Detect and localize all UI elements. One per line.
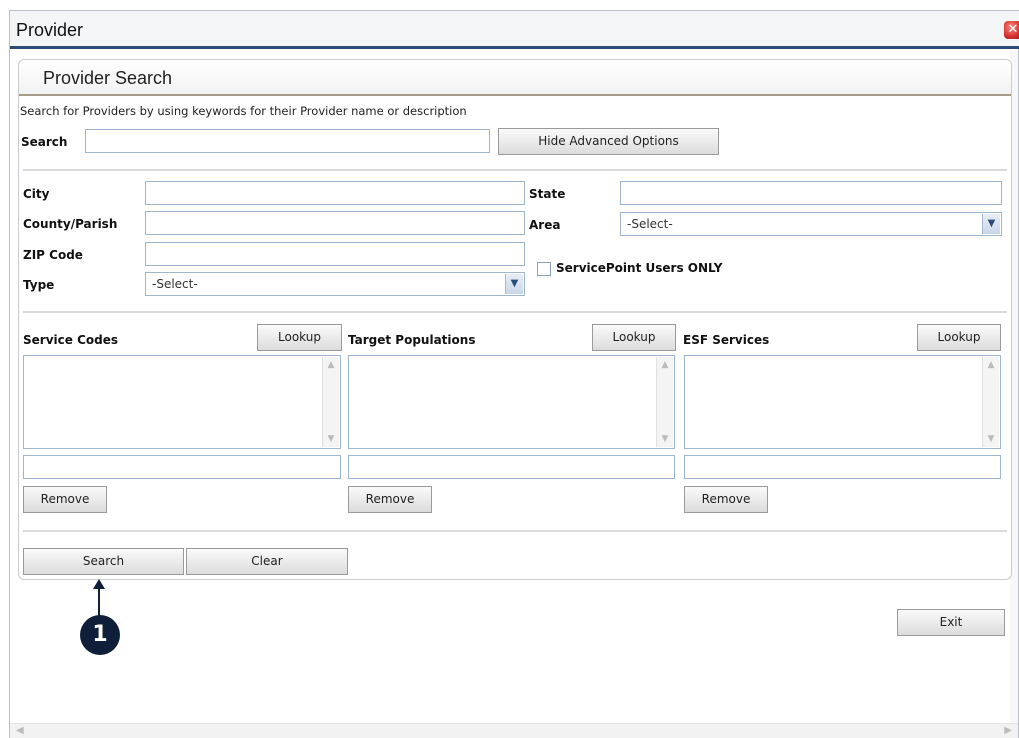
search-label: Search [21, 135, 68, 149]
state-label: State [529, 187, 566, 201]
hide-advanced-options-button[interactable]: Hide Advanced Options [498, 128, 719, 155]
esf-services-remove-button[interactable]: Remove [684, 486, 768, 513]
esf-services-input[interactable] [684, 455, 1001, 479]
service-codes-input[interactable] [23, 455, 341, 479]
service-codes-lookup-button[interactable]: Lookup [257, 324, 342, 351]
callout-badge: 1 [80, 615, 120, 655]
service-codes-remove-button[interactable]: Remove [23, 486, 107, 513]
divider-bottom [23, 530, 1007, 532]
exit-button[interactable]: Exit [897, 609, 1005, 636]
scroll-left-icon[interactable]: ◀ [16, 725, 24, 736]
search-hint: Search for Providers by using keywords f… [20, 104, 467, 118]
scroll-down-icon[interactable]: ▼ [659, 433, 671, 445]
zip-code-label: ZIP Code [23, 248, 83, 262]
search-input[interactable] [85, 129, 490, 153]
area-select-value: -Select- [627, 217, 673, 231]
county-parish-label: County/Parish [23, 217, 118, 231]
esf-services-listbox[interactable]: ▲ ▼ [684, 355, 1001, 449]
type-label: Type [23, 278, 55, 292]
area-select[interactable]: -Select- ▼ [620, 212, 1002, 236]
target-populations-lookup-button[interactable]: Lookup [592, 324, 676, 351]
esf-services-scrollbar[interactable]: ▲ ▼ [982, 357, 999, 447]
target-populations-remove-button[interactable]: Remove [348, 486, 432, 513]
city-label: City [23, 187, 50, 201]
area-label: Area [529, 218, 561, 232]
window-title: Provider [16, 20, 84, 40]
target-populations-input[interactable] [348, 455, 675, 479]
target-populations-listbox[interactable]: ▲ ▼ [348, 355, 675, 449]
horizontal-scrollbar[interactable]: ◀ ▶ [10, 723, 1018, 738]
search-button[interactable]: Search [23, 548, 184, 575]
scroll-up-icon[interactable]: ▲ [325, 359, 337, 371]
zip-code-input[interactable] [145, 242, 525, 266]
scroll-up-icon[interactable]: ▲ [985, 359, 997, 371]
target-populations-label: Target Populations [348, 333, 476, 347]
scroll-down-icon[interactable]: ▼ [985, 433, 997, 445]
target-populations-scrollbar[interactable]: ▲ ▼ [656, 357, 673, 447]
type-select-value: -Select- [152, 277, 198, 291]
servicepoint-users-label: ServicePoint Users ONLY [556, 261, 723, 275]
scroll-down-icon[interactable]: ▼ [325, 433, 337, 445]
city-input[interactable] [145, 181, 525, 205]
servicepoint-users-checkbox[interactable] [537, 262, 551, 276]
panel-header: Provider Search [19, 60, 1011, 96]
divider-top [23, 169, 1007, 171]
scroll-right-icon[interactable]: ▶ [1004, 725, 1012, 736]
window-titlebar: Provider ✕ [10, 11, 1019, 49]
close-icon[interactable]: ✕ [1004, 21, 1019, 39]
scroll-up-icon[interactable]: ▲ [659, 359, 671, 371]
county-parish-input[interactable] [145, 211, 525, 235]
provider-window: Provider ✕ Provider Search Search for Pr… [9, 10, 1019, 738]
service-codes-listbox[interactable]: ▲ ▼ [23, 355, 341, 449]
clear-button[interactable]: Clear [186, 548, 348, 575]
chevron-down-icon[interactable]: ▼ [982, 214, 1000, 234]
service-codes-label: Service Codes [23, 333, 118, 347]
esf-services-lookup-button[interactable]: Lookup [917, 324, 1001, 351]
state-input[interactable] [620, 181, 1002, 205]
provider-search-panel: Provider Search Search for Providers by … [18, 59, 1012, 580]
divider-middle [23, 311, 1007, 313]
chevron-down-icon[interactable]: ▼ [505, 274, 523, 294]
panel-title: Provider Search [43, 68, 173, 88]
esf-services-label: ESF Services [683, 333, 770, 347]
service-codes-scrollbar[interactable]: ▲ ▼ [322, 357, 339, 447]
type-select[interactable]: -Select- ▼ [145, 272, 525, 296]
